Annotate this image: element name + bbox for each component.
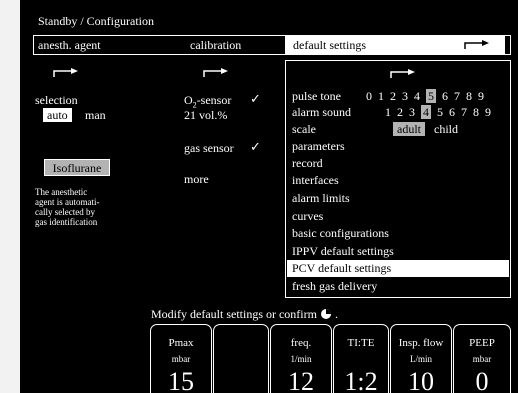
param-ti-te[interactable]: TI:TE 1:2 xyxy=(333,324,389,393)
default-settings-menu: pulse tone 0 1 2 3 4 5 6 7 8 9 alarm sou… xyxy=(285,60,511,298)
param-insp-flow[interactable]: Insp. flow L/min 10 xyxy=(390,324,452,393)
param-value: 1:2 xyxy=(344,367,378,393)
pulse-tone-label: pulse tone xyxy=(292,89,341,103)
param-label: TI:TE xyxy=(347,337,375,349)
tab-anesth-agent[interactable]: anesth. agent xyxy=(38,38,101,52)
alarm-sound-value[interactable]: 5 xyxy=(437,105,443,119)
ventilator-screen: Standby / Configuration anesth. agent ca… xyxy=(20,0,518,393)
pulse-tone-value[interactable]: 2 xyxy=(390,89,396,103)
auto-option[interactable]: auto xyxy=(43,108,72,122)
alarm-sound-selected[interactable]: 4 xyxy=(421,105,431,119)
enter-arrow-icon xyxy=(203,68,228,77)
param-empty[interactable] xyxy=(213,324,269,393)
menu-item-basic-configurations[interactable]: basic configurations xyxy=(292,226,389,241)
param-pmax[interactable]: Pmax mbar 15 xyxy=(150,324,212,393)
agent-button[interactable]: Isoflurane xyxy=(44,159,110,176)
alarm-sound-value[interactable]: 1 xyxy=(385,105,391,119)
agent-note-line: cally selected by xyxy=(35,207,95,217)
o2-value: 21 vol.% xyxy=(184,108,228,122)
alarm-sound-value[interactable]: 6 xyxy=(449,105,455,119)
param-unit: mbar xyxy=(171,354,191,364)
param-label: Pmax xyxy=(168,337,194,349)
pulse-tone-value[interactable]: 0 xyxy=(366,89,372,103)
param-unit: 1/min xyxy=(290,354,312,364)
enter-arrow-icon xyxy=(53,68,78,77)
menu-item-record[interactable]: record xyxy=(292,156,323,171)
check-icon: ✓ xyxy=(250,91,261,106)
tab-calibration[interactable]: calibration xyxy=(190,38,241,52)
agent-note-line: The anesthetic xyxy=(35,187,88,197)
menu-item-ippv-default-settings[interactable]: IPPV default settings xyxy=(292,244,394,259)
menu-item-parameters[interactable]: parameters xyxy=(292,139,345,154)
alarm-sound-values[interactable]: 1 2 3 4 5 6 7 8 9 xyxy=(385,105,491,119)
param-peep[interactable]: PEEP mbar 0 xyxy=(453,324,511,393)
pulse-tone-selected[interactable]: 5 xyxy=(426,89,436,103)
pulse-tone-value[interactable]: 6 xyxy=(442,89,448,103)
enter-arrow-icon xyxy=(464,40,489,49)
param-value: 10 xyxy=(408,367,434,393)
prompt-label: Modify default settings or confirm xyxy=(151,307,317,321)
alarm-sound-value[interactable]: 8 xyxy=(473,105,479,119)
pulse-tone-value[interactable]: 7 xyxy=(454,89,460,103)
agent-note-line: gas identification xyxy=(35,217,98,227)
pulse-tone-value[interactable]: 3 xyxy=(402,89,408,103)
scale-adult-option[interactable]: adult xyxy=(393,122,425,136)
selection-label: selection xyxy=(35,93,78,107)
alarm-sound-value[interactable]: 9 xyxy=(485,105,491,119)
menu-item-curves[interactable]: curves xyxy=(292,209,323,224)
param-value: 0 xyxy=(475,367,489,393)
more-button[interactable]: more xyxy=(184,172,209,186)
confirm-knob-icon xyxy=(320,308,332,323)
pulse-tone-value[interactable]: 4 xyxy=(414,89,420,103)
pulse-tone-value[interactable]: 9 xyxy=(478,89,484,103)
alarm-sound-value[interactable]: 3 xyxy=(409,105,415,119)
scale-child-option[interactable]: child xyxy=(434,122,458,136)
gas-sensor-label: gas sensor xyxy=(184,141,234,155)
menu-item-fresh-gas-delivery[interactable]: fresh gas delivery xyxy=(292,279,377,294)
scale-label: scale xyxy=(292,122,316,136)
man-option[interactable]: man xyxy=(85,108,106,122)
menu-item-alarm-limits[interactable]: alarm limits xyxy=(292,191,350,206)
param-label: Insp. flow xyxy=(398,337,444,349)
enter-arrow-icon xyxy=(390,69,415,78)
page-title: Standby / Configuration xyxy=(38,14,154,28)
param-value: 12 xyxy=(288,367,314,393)
menu-item-pcv-default-settings[interactable]: PCV default settings xyxy=(292,261,391,276)
agent-note-line: agent is automati- xyxy=(35,197,100,207)
param-unit: mbar xyxy=(472,354,492,364)
menu-item-interfaces[interactable]: interfaces xyxy=(292,173,339,188)
param-value: 15 xyxy=(168,367,194,393)
check-icon: ✓ xyxy=(250,139,261,154)
param-label: PEEP xyxy=(469,337,495,349)
alarm-sound-label: alarm sound xyxy=(292,105,351,119)
param-unit: L/min xyxy=(410,354,432,364)
pulse-tone-value[interactable]: 8 xyxy=(466,89,472,103)
alarm-sound-value[interactable]: 2 xyxy=(397,105,403,119)
pulse-tone-value[interactable]: 1 xyxy=(378,89,384,103)
alarm-sound-value[interactable]: 7 xyxy=(461,105,467,119)
param-freq[interactable]: freq. 1/min 12 xyxy=(270,324,332,393)
prompt-text: Modify default settings or confirm . xyxy=(151,307,338,323)
pulse-tone-values[interactable]: 0 1 2 3 4 5 6 7 8 9 xyxy=(366,89,484,103)
param-label: freq. xyxy=(290,337,312,349)
